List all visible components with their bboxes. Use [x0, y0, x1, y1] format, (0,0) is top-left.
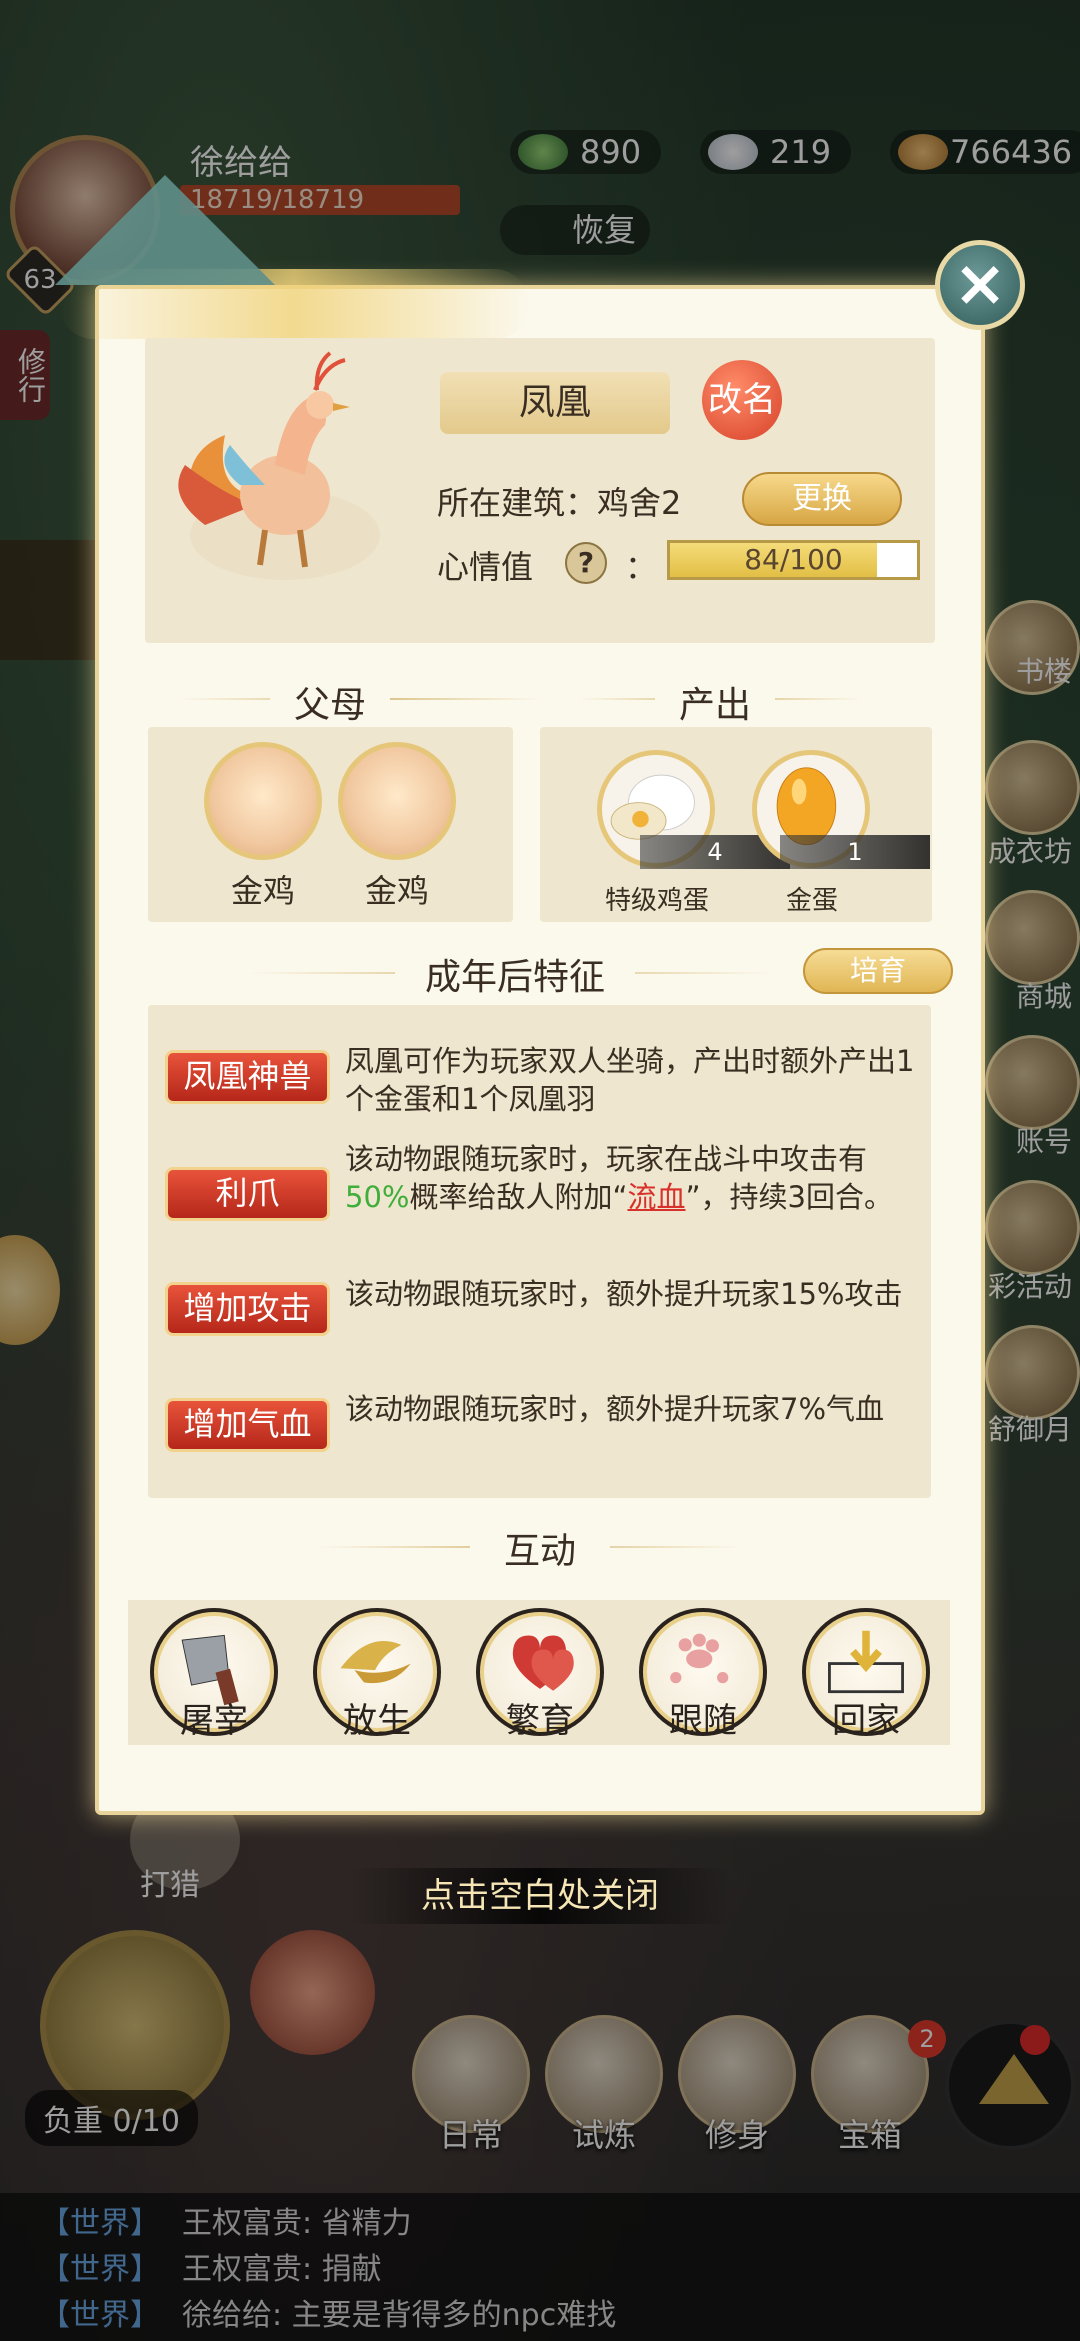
trait-text: ”，持续3回合。	[685, 1180, 893, 1214]
mood-colon: ：	[625, 548, 658, 586]
bleed-link[interactable]: 流血	[628, 1180, 686, 1214]
slaughter-label: 屠宰	[180, 1701, 248, 1741]
trait-chance: 50%	[345, 1180, 410, 1214]
release-label: 放生	[343, 1701, 411, 1741]
output-count: 1	[780, 835, 930, 869]
help-icon[interactable]: ?	[565, 542, 607, 584]
mood-value: 84/100	[744, 543, 843, 576]
close-icon[interactable]: ×	[935, 240, 1025, 330]
mood-bar: 84/100	[667, 540, 920, 580]
golden-chicken-icon[interactable]	[204, 742, 322, 860]
output-label: 金蛋	[785, 886, 838, 916]
output-label: 特级鸡蛋	[604, 886, 709, 916]
trait-description: 该动物跟随玩家时，玩家在战斗中攻击有 50%概率给敌人附加“流血”，持续3回合。	[345, 1140, 925, 1216]
follow-label: 跟随	[669, 1701, 737, 1741]
mountain-decoration	[55, 175, 275, 285]
interact-title: 互动	[470, 1522, 610, 1574]
breed-action-label: 繁育	[506, 1701, 574, 1741]
output-title: 产出	[655, 676, 775, 728]
trait-tag: 利爪	[165, 1167, 330, 1221]
trait-text: 该动物跟随玩家时，玩家在战斗中攻击有	[345, 1142, 868, 1176]
trait-tag: 凤凰神兽	[165, 1050, 330, 1104]
trait-tag: 增加气血	[165, 1398, 330, 1452]
go-home-label: 回家	[832, 1701, 900, 1741]
trait-text: 概率给敌人附加“	[409, 1180, 628, 1214]
phoenix-portrait-icon	[178, 351, 380, 580]
golden-chicken-icon[interactable]	[338, 742, 456, 860]
change-building-button[interactable]: 更换	[742, 472, 902, 526]
trait-description: 凤凰可作为玩家双人坐骑，产出时额外产出1个金蛋和1个凤凰羽	[345, 1044, 915, 1116]
parents-panel	[148, 727, 513, 922]
trait-description: 该动物跟随玩家时，额外提升玩家15%攻击	[345, 1277, 903, 1311]
tap-to-close-hint[interactable]: 点击空白处关闭	[350, 1868, 730, 1924]
breed-button[interactable]: 培育	[803, 948, 953, 994]
traits-title: 成年后特征	[395, 948, 635, 1000]
parent-label: 金鸡	[364, 872, 429, 910]
parents-title: 父母	[270, 676, 390, 728]
building-label: 所在建筑：鸡舍2	[437, 484, 682, 522]
parent-label: 金鸡	[230, 872, 295, 910]
trait-tag: 增加攻击	[165, 1282, 330, 1336]
rename-button[interactable]: 改名	[702, 360, 782, 440]
mood-label: 心情值	[437, 548, 534, 586]
trait-description: 该动物跟随玩家时，额外提升玩家7%气血	[345, 1392, 885, 1426]
pet-name: 凤凰	[440, 372, 670, 434]
